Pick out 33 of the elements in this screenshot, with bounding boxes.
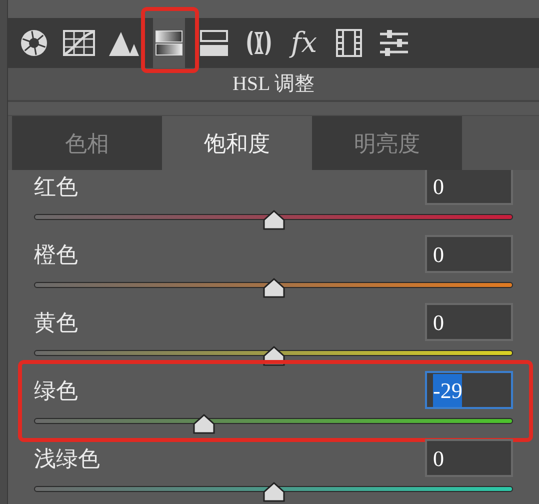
channel-label: 浅绿色 xyxy=(34,444,100,472)
tab[interactable]: 饱和度 xyxy=(162,116,312,170)
slider[interactable] xyxy=(34,278,513,298)
slider-thumb[interactable] xyxy=(262,278,284,298)
channel-label: 黄色 xyxy=(34,308,78,336)
fx-icon: fx xyxy=(290,29,318,57)
split-bars-icon xyxy=(200,30,228,56)
film-strip-icon xyxy=(336,29,362,57)
triangles-icon xyxy=(109,30,139,56)
slider[interactable] xyxy=(34,414,513,434)
lens-icon xyxy=(245,30,273,56)
channel-label: 红色 xyxy=(34,172,78,200)
slider-thumb[interactable] xyxy=(262,482,284,502)
aperture-icon xyxy=(20,29,48,57)
channel-label: 橙色 xyxy=(34,240,78,268)
value-field[interactable]: 0 xyxy=(425,439,513,477)
value-field[interactable]: 0 xyxy=(425,303,513,341)
toolbar-button[interactable]: fx xyxy=(288,18,320,68)
gradient-bars-icon xyxy=(155,30,183,56)
slider-thumb[interactable] xyxy=(262,210,284,230)
slider[interactable] xyxy=(34,346,513,366)
channel-label: 绿色 xyxy=(34,376,78,404)
sliders-icon xyxy=(379,29,409,57)
curve-grid-icon xyxy=(63,30,95,56)
value-field[interactable]: 0 xyxy=(425,170,513,205)
toolbar-button[interactable] xyxy=(153,18,185,68)
slider[interactable] xyxy=(34,210,513,230)
slider[interactable] xyxy=(34,482,513,502)
value-field[interactable]: 0 xyxy=(425,235,513,273)
panel-title: HSL 调整 xyxy=(232,72,315,97)
slider-thumb[interactable] xyxy=(193,414,216,434)
value-field[interactable]: -29 xyxy=(425,371,513,409)
slider-thumb[interactable] xyxy=(262,346,284,366)
